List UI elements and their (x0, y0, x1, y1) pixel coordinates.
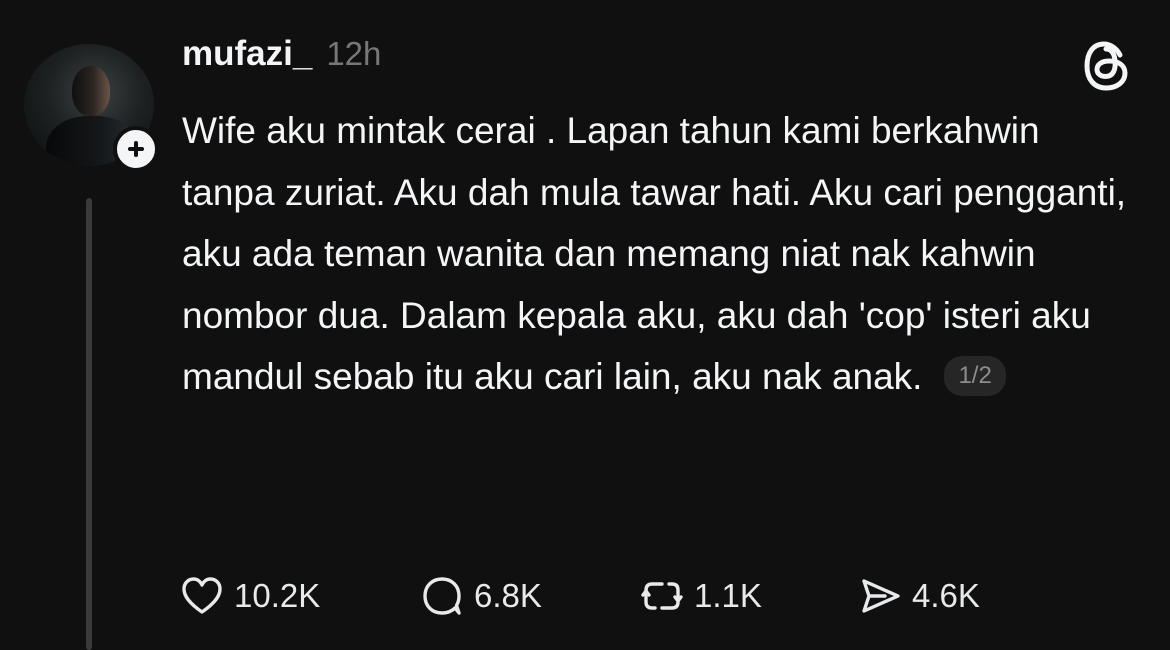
reply-count: 6.8K (474, 577, 542, 614)
post-timestamp: 12h (326, 35, 382, 72)
reply-button[interactable]: 6.8K (420, 574, 640, 618)
thread-line (86, 198, 92, 650)
share-count: 4.6K (912, 577, 980, 614)
comment-bubble-icon (423, 577, 461, 615)
post-body: Wife aku mintak cerai . Lapan tahun kami… (182, 100, 1142, 408)
threads-logo-icon[interactable] (1082, 40, 1132, 92)
repost-button[interactable]: 1.1K (640, 574, 858, 618)
repost-count: 1.1K (694, 577, 762, 614)
send-icon (862, 579, 900, 613)
post-header: mufazi_ 12h (182, 34, 381, 80)
username[interactable]: mufazi_ (182, 34, 312, 74)
like-button[interactable]: 10.2K (180, 574, 420, 618)
share-button[interactable]: 4.6K (858, 574, 980, 618)
like-count: 10.2K (234, 577, 321, 614)
post-text: Wife aku mintak cerai . Lapan tahun kami… (182, 110, 1127, 398)
page-indicator-badge: 1/2 (944, 355, 1006, 396)
avatar-head (72, 66, 110, 116)
action-bar: 10.2K 6.8K 1.1K 4.6K (180, 570, 980, 622)
follow-plus-icon[interactable] (113, 126, 159, 172)
heart-icon (182, 577, 222, 614)
repost-icon (641, 582, 683, 610)
